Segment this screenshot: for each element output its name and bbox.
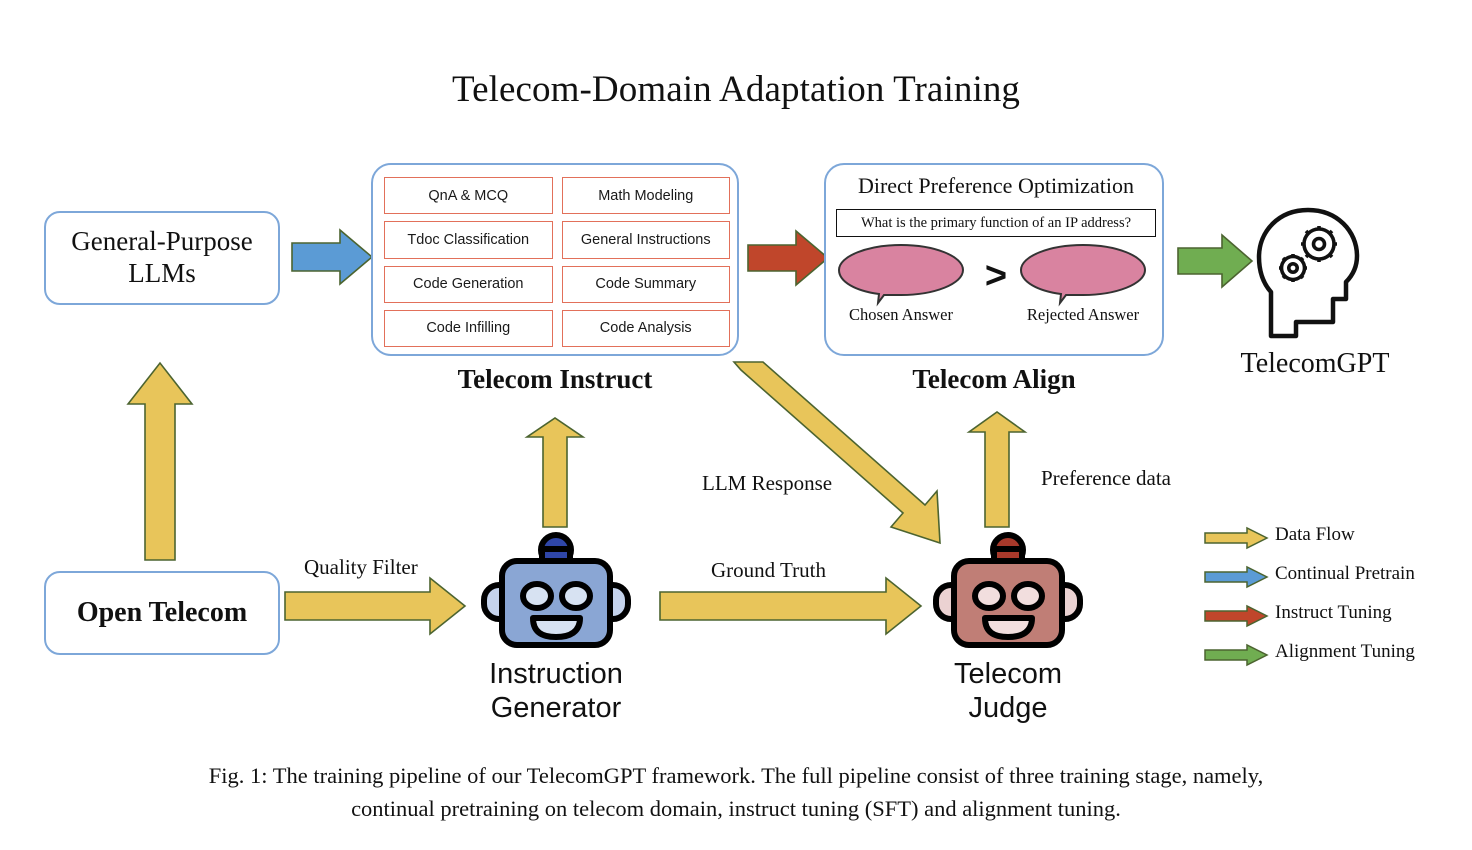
arrow-data-flow-up-left <box>126 361 194 561</box>
instruction-generator-label: Instruction Generator <box>426 658 686 726</box>
edge-label-quality-filter: Quality Filter <box>304 555 418 579</box>
telecom-instruct-caption: Telecom Instruct <box>457 364 653 394</box>
legend-label: Instruct Tuning <box>1275 602 1392 623</box>
legend: Data Flow Continual Pretrain Instruct Tu… <box>1203 524 1443 680</box>
caption-line-2: continual pretraining on telecom domain,… <box>351 795 1121 821</box>
chosen-answer-label: Chosen Answer <box>848 305 954 324</box>
legend-label: Alignment Tuning <box>1275 641 1415 662</box>
legend-item-instruct-tuning: Instruct Tuning <box>1203 602 1443 632</box>
legend-item-continual-pretrain: Continual Pretrain <box>1203 563 1443 593</box>
arrow-alignment-tuning <box>1177 233 1254 289</box>
general-purpose-llms-text: General-Purpose LLMs <box>46 213 278 303</box>
legend-arrow-icon <box>1204 526 1269 550</box>
arrow-data-flow-preference <box>966 411 1028 528</box>
task-item[interactable]: Code Summary <box>561 265 730 303</box>
dpo-prompt-box: What is the primary function of an IP ad… <box>836 209 1156 237</box>
legend-item-alignment-tuning: Alignment Tuning <box>1203 641 1443 671</box>
speech-bubble-icon <box>837 243 965 307</box>
open-telecom-label: Open Telecom <box>76 597 248 629</box>
head-with-gears-icon <box>1256 207 1360 339</box>
dpo-title: Direct Preference Optimization <box>857 173 1135 198</box>
task-item[interactable]: Tdoc Classification <box>384 221 553 259</box>
node-general-purpose-llms[interactable]: General-Purpose LLMs <box>44 211 280 305</box>
node-open-telecom[interactable]: Open Telecom <box>44 571 280 655</box>
telecom-instruct-task-panel: QnA & MCQ Math Modeling Tdoc Classificat… <box>371 163 739 356</box>
task-item[interactable]: General Instructions <box>561 221 730 259</box>
arrows-layer <box>126 228 1254 636</box>
telecom-judge-robot-icon <box>933 532 1083 648</box>
chosen-answer-bubble: Chosen Answer <box>836 243 966 324</box>
legend-item-data-flow: Data Flow <box>1203 524 1443 554</box>
legend-label: Continual Pretrain <box>1275 563 1415 584</box>
telecom-align-caption: Telecom Align <box>912 364 1076 394</box>
speech-bubble-icon <box>1019 243 1147 307</box>
task-item[interactable]: Code Analysis <box>561 309 730 347</box>
task-item[interactable]: Math Modeling <box>561 177 730 215</box>
rejected-answer-label: Rejected Answer <box>1026 305 1140 324</box>
figure-caption: Fig. 1: The training pipeline of our Tel… <box>56 760 1416 825</box>
task-item[interactable]: Code Generation <box>384 265 553 303</box>
figure-canvas: Telecom-Domain Adaptation Training Gener… <box>0 0 1472 850</box>
arrow-data-flow-quality-filter <box>284 576 467 636</box>
instruction-generator-robot-icon <box>481 532 631 648</box>
edge-label-ground-truth: Ground Truth <box>711 558 826 582</box>
legend-arrow-icon <box>1204 565 1269 589</box>
general-purpose-llms-line2: LLMs <box>128 258 196 288</box>
arrow-data-flow-ground-truth <box>659 576 923 636</box>
rejected-answer-bubble: Rejected Answer <box>1018 243 1148 324</box>
telecomgpt-label: TelecomGPT <box>1240 348 1390 379</box>
edge-label-preference-data: Preference data <box>1041 466 1171 490</box>
task-item[interactable]: QnA & MCQ <box>384 177 553 215</box>
preference-operator: > <box>984 255 1008 297</box>
instruction-generator-line2: Generator <box>490 691 622 724</box>
legend-label: Data Flow <box>1275 524 1355 545</box>
instruction-generator-line1: Instruction <box>489 658 623 690</box>
task-grid: QnA & MCQ Math Modeling Tdoc Classificat… <box>384 177 730 347</box>
arrow-data-flow-up-instruct <box>524 417 586 528</box>
telecom-judge-line2: Judge <box>968 691 1048 724</box>
general-purpose-llms-line1: General-Purpose <box>71 226 253 257</box>
arrow-continual-pretrain <box>291 228 374 286</box>
edge-label-llm-response: LLM Response <box>702 471 833 495</box>
caption-line-1: Fig. 1: The training pipeline of our Tel… <box>208 763 1264 788</box>
legend-arrow-icon <box>1204 643 1269 667</box>
telecom-judge-line1: Telecom <box>954 658 1062 690</box>
dpo-panel: Direct Preference Optimization What is t… <box>824 163 1164 356</box>
telecom-judge-label: Telecom Judge <box>878 658 1138 726</box>
arrow-instruct-tuning <box>747 229 830 287</box>
legend-arrow-icon <box>1204 604 1269 628</box>
task-item[interactable]: Code Infilling <box>384 309 553 347</box>
open-telecom-text: Open Telecom <box>46 573 278 653</box>
